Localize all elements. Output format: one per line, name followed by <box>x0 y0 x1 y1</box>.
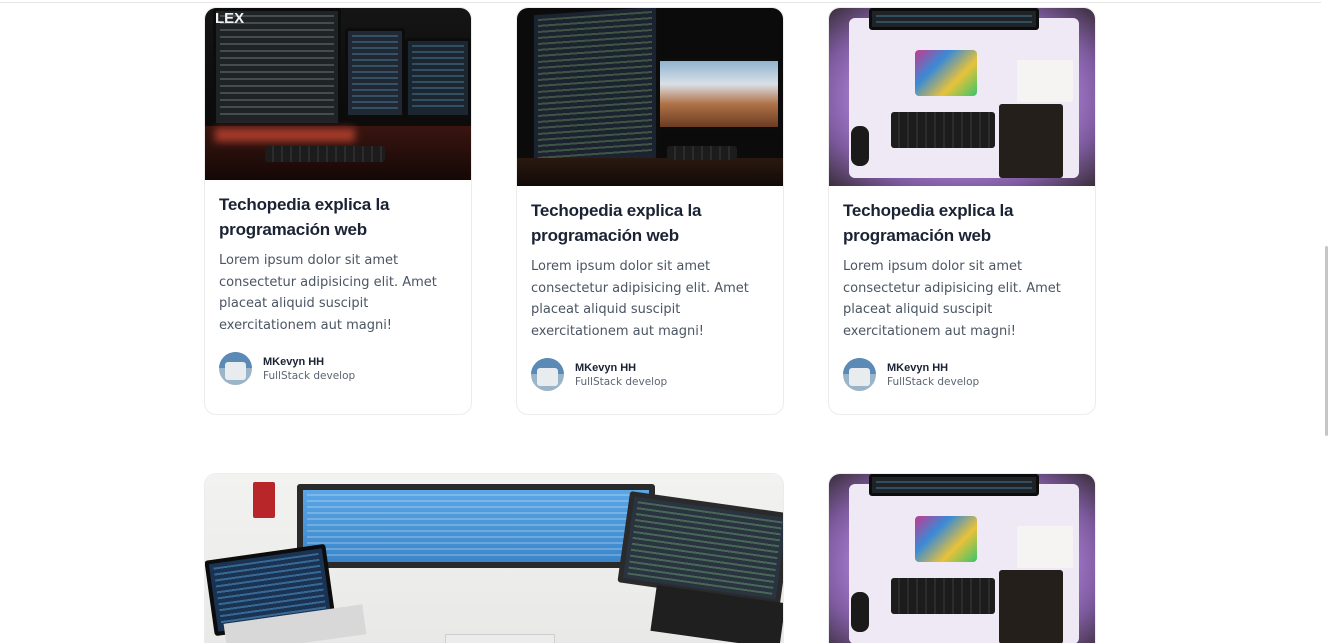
card-title[interactable]: Techopedia explica la programación web <box>843 198 1081 248</box>
card-excerpt: Lorem ipsum dolor sit amet consectetur a… <box>219 253 437 333</box>
blog-card-wide[interactable] <box>204 473 784 643</box>
author-role: FullStack develop <box>887 375 980 388</box>
scrollbar-thumb[interactable] <box>1325 246 1328 436</box>
card-title[interactable]: Techopedia explica la programación web <box>219 192 457 242</box>
author: MKevyn HH FullStack develop <box>531 358 769 391</box>
author-role: FullStack develop <box>263 369 356 382</box>
card-image: LEX <box>205 8 471 180</box>
page-scrollbar[interactable] <box>1321 0 1329 643</box>
card-excerpt: Lorem ipsum dolor sit amet consectetur a… <box>843 259 1061 339</box>
author-role: FullStack develop <box>575 375 668 388</box>
blog-card-2[interactable]: Techopedia explica la programación web L… <box>516 7 784 415</box>
author-name: MKevyn HH <box>263 355 325 368</box>
blog-card-4[interactable] <box>828 473 1096 643</box>
author: MKevyn HH FullStack develop <box>219 352 457 385</box>
top-divider <box>0 0 1329 3</box>
blog-card-3[interactable]: Techopedia explica la programación web L… <box>828 7 1096 415</box>
card-image <box>829 8 1095 186</box>
card-image <box>517 8 783 186</box>
avatar <box>219 352 252 385</box>
author-name: MKevyn HH <box>575 361 637 374</box>
avatar <box>531 358 564 391</box>
card-title[interactable]: Techopedia explica la programación web <box>531 198 769 248</box>
card-excerpt: Lorem ipsum dolor sit amet consectetur a… <box>531 259 749 339</box>
card-image <box>829 474 1095 643</box>
card-image <box>205 474 783 643</box>
avatar <box>843 358 876 391</box>
author: MKevyn HH FullStack develop <box>843 358 1081 391</box>
author-name: MKevyn HH <box>887 361 949 374</box>
blog-card-1[interactable]: LEX Techopedia explica la programación w… <box>204 7 472 415</box>
